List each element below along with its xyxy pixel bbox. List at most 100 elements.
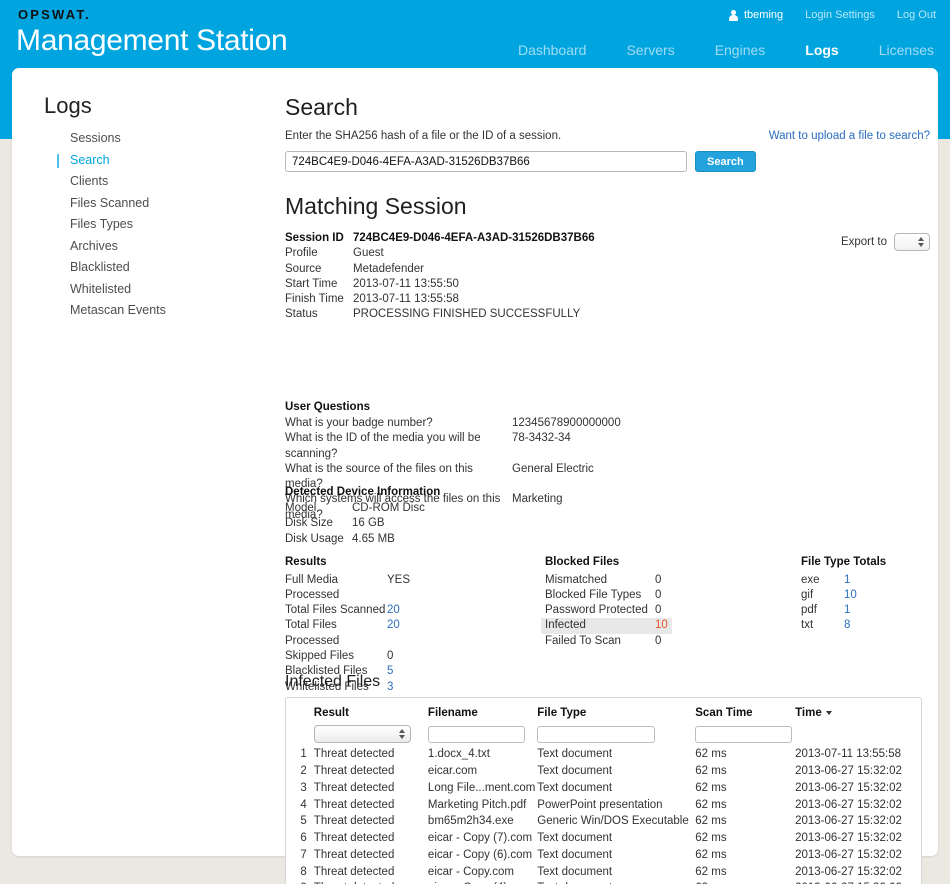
row-index: 9: [286, 880, 314, 884]
metric-value[interactable]: 20: [387, 603, 400, 618]
metric-value[interactable]: 8: [844, 618, 850, 633]
row-result[interactable]: Threat detected: [314, 746, 428, 763]
metric-label: Password Protected: [545, 604, 648, 617]
page-root: OPSWAT. tbeming Login Settings Log Out M…: [0, 0, 950, 884]
answer-value: Marketing: [512, 493, 563, 506]
metric-value: 0: [655, 573, 662, 586]
col-result[interactable]: Result: [314, 698, 428, 723]
row-file-type: Text document: [537, 832, 613, 845]
row-result[interactable]: Threat detected: [314, 779, 428, 796]
nav-item-servers[interactable]: Servers: [626, 42, 674, 58]
table-row[interactable]: 3 Threat detected Long File...ment.com T…: [286, 779, 921, 796]
filter-scan-time-input[interactable]: [695, 725, 793, 743]
sidebar-item-files-types[interactable]: Files Types: [12, 214, 262, 236]
username-label: tbeming: [744, 9, 784, 21]
metric-value[interactable]: 10: [844, 588, 857, 603]
table-row[interactable]: 7 Threat detected eicar - Copy (6).com T…: [286, 846, 921, 863]
row-index: 3: [300, 781, 307, 794]
search-input[interactable]: [285, 151, 687, 172]
file-type-totals-column: File Type Totals exe 1 gif 10 pdf 1 txt: [801, 556, 931, 634]
metric-label: Full Media Processed: [285, 573, 340, 601]
row-result[interactable]: Threat detected: [314, 796, 428, 813]
field-key: Status: [285, 308, 318, 321]
field-key: Session ID: [285, 232, 344, 244]
col-file-type[interactable]: File Type: [537, 698, 695, 723]
field-value: 724BC4E9-D046-4EFA-A3AD-31526DB37B66: [353, 232, 595, 244]
row-time: 2013-06-27 15:32:02: [795, 865, 902, 878]
sidebar-item-sessions[interactable]: Sessions: [12, 128, 262, 150]
field-key: Source: [285, 262, 322, 275]
user-questions-heading: User Questions: [285, 401, 370, 413]
metric-value[interactable]: 10: [655, 618, 668, 633]
filter-file-type-input[interactable]: [537, 725, 656, 743]
col-scan-time[interactable]: Scan Time: [695, 698, 795, 723]
search-button[interactable]: Search: [695, 151, 756, 172]
table-row[interactable]: 9 Threat detected eicar - Copy (4).com T…: [286, 880, 921, 884]
row-time: 2013-06-27 15:32:02: [795, 781, 902, 794]
row-result[interactable]: Threat detected: [314, 830, 428, 847]
row-scan-time: 62 ms: [695, 848, 727, 861]
metric-value[interactable]: 1: [844, 573, 850, 588]
blocked-files-heading: Blocked Files: [545, 556, 620, 568]
table-row[interactable]: 1 Threat detected 1.docx_4.txt Text docu…: [286, 746, 921, 763]
metric-value[interactable]: 20: [387, 618, 400, 649]
table-row[interactable]: 5 Threat detected bm65m2h34.exe Generic …: [286, 813, 921, 830]
col-time-label: Time: [795, 707, 822, 719]
sidebar-item-whitelisted[interactable]: Whitelisted: [12, 279, 262, 301]
sidebar-item-metascan-events[interactable]: Metascan Events: [12, 300, 262, 322]
row-result[interactable]: Threat detected: [314, 813, 428, 830]
session-details: Session ID 724BC4E9-D046-4EFA-A3AD-31526…: [285, 231, 595, 323]
row-result[interactable]: Threat detected: [314, 863, 428, 880]
row-filename: eicar.com: [427, 764, 478, 777]
field-key: Disk Size: [285, 517, 333, 530]
sidebar-item-archives[interactable]: Archives: [12, 236, 262, 258]
row-index: 2: [300, 764, 307, 777]
sidebar-item-files-scanned[interactable]: Files Scanned: [12, 193, 262, 215]
blocked-row-mismatched: Mismatched 0: [545, 573, 705, 588]
export-format-select[interactable]: [894, 233, 930, 251]
row-result[interactable]: Threat detected: [314, 846, 428, 863]
col-filename[interactable]: Filename: [428, 698, 537, 723]
filter-filename-input[interactable]: [427, 725, 525, 743]
metric-label: Total Files Processed: [285, 619, 340, 647]
row-filename: Long File...ment.com: [427, 781, 536, 794]
upload-file-link[interactable]: Want to upload a file to search?: [769, 130, 930, 142]
login-settings-link[interactable]: Login Settings: [805, 9, 875, 21]
metric-value: 0: [655, 634, 662, 647]
metric-value[interactable]: 5: [387, 664, 393, 679]
row-file-type: Text document: [537, 848, 613, 861]
sidebar-item-search[interactable]: Search: [12, 150, 262, 172]
row-result[interactable]: Threat detected: [314, 880, 428, 884]
results-row-full-media-processed: Full Media Processed YES: [285, 573, 465, 604]
results-row-total-files-processed: Total Files Processed 20: [285, 618, 465, 649]
row-result[interactable]: Threat detected: [314, 763, 428, 780]
table-row[interactable]: 6 Threat detected eicar - Copy (7).com T…: [286, 830, 921, 847]
metric-value[interactable]: 3: [387, 680, 393, 695]
device-row-disk-size: Disk Size 16 GB: [285, 516, 425, 531]
filter-file-type-cell: [537, 723, 695, 746]
table-row[interactable]: 4 Threat detected Marketing Pitch.pdf Po…: [286, 796, 921, 813]
page-title: Search: [285, 94, 358, 120]
table-row[interactable]: 2 Threat detected eicar.com Text documen…: [286, 763, 921, 780]
table-header-row: Result Filename File Type Scan Time Time: [286, 698, 921, 723]
log-out-link[interactable]: Log Out: [897, 9, 936, 21]
row-scan-time: 62 ms: [695, 880, 795, 884]
nav-item-dashboard[interactable]: Dashboard: [518, 42, 587, 58]
nav-item-logs[interactable]: Logs: [805, 42, 838, 58]
file-type-row-pdf: pdf 1: [801, 603, 931, 618]
nav-item-engines[interactable]: Engines: [715, 42, 766, 58]
sidebar-item-blacklisted[interactable]: Blacklisted: [12, 257, 262, 279]
export-to-label: Export to: [840, 236, 887, 248]
file-type-totals-heading: File Type Totals: [801, 556, 887, 568]
nav-item-licenses[interactable]: Licenses: [879, 42, 934, 58]
filter-result-select[interactable]: [313, 725, 411, 744]
device-row-model: Model CD-ROM Disc: [285, 501, 425, 516]
metric-value[interactable]: 1: [844, 603, 850, 618]
sidebar-item-clients[interactable]: Clients: [12, 171, 262, 193]
table-row[interactable]: 8 Threat detected eicar - Copy.com Text …: [286, 863, 921, 880]
current-user[interactable]: tbeming: [729, 9, 783, 21]
opswat-logo: OPSWAT.: [18, 7, 91, 22]
main-nav: Dashboard Servers Engines Logs Licenses: [518, 42, 934, 58]
col-time[interactable]: Time: [795, 698, 921, 723]
blocked-row-infected[interactable]: Infected 10: [541, 618, 672, 634]
